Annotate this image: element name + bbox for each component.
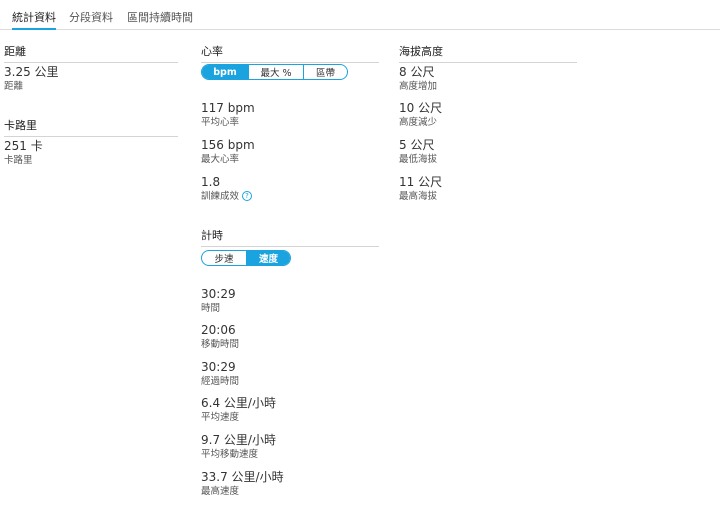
max-elevation-value: 11 公尺 — [399, 175, 443, 189]
avg-moving-speed-label: 平均移動速度 — [201, 449, 259, 460]
elevation-gain-value: 8 公尺 — [399, 65, 435, 79]
max-speed-value: 33.7 公里/小時 — [201, 470, 284, 484]
distance-value: 3.25 公里 — [4, 65, 59, 79]
elapsed-time-value: 30:29 — [201, 360, 236, 374]
calories-stat: 251 卡 卡路里 — [4, 139, 43, 167]
heart-rate-unit-toggle: bpm 最大 % 區帶 — [201, 64, 348, 80]
elapsed-time-stat: 30:29 經過時間 — [201, 360, 239, 388]
elevation-loss-stat: 10 公尺 高度減少 — [399, 101, 442, 129]
max-heart-rate-stat: 156 bpm 最大心率 — [201, 138, 255, 166]
avg-heart-rate-stat: 117 bpm 平均心率 — [201, 101, 255, 129]
max-heart-rate-value: 156 bpm — [201, 138, 255, 152]
max-elevation-stat: 11 公尺 最高海拔 — [399, 175, 442, 203]
avg-moving-speed-value: 9.7 公里/小時 — [201, 433, 276, 447]
calories-value: 251 卡 — [4, 139, 43, 153]
avg-speed-label: 平均速度 — [201, 412, 240, 423]
training-effect-label-row: 訓練成效? — [201, 190, 253, 203]
elevation-gain-label: 高度增加 — [399, 81, 438, 92]
timing-section-title: 計時 — [201, 227, 379, 247]
tab-interval-duration[interactable]: 區間持續時間 — [127, 9, 193, 28]
elevation-loss-value: 10 公尺 — [399, 101, 443, 115]
avg-moving-speed-stat: 9.7 公里/小時 平均移動速度 — [201, 433, 276, 461]
avg-speed-value: 6.4 公里/小時 — [201, 396, 276, 410]
time-stat: 30:29 時間 — [201, 287, 236, 315]
hr-toggle-max-percent[interactable]: 最大 % — [248, 65, 303, 79]
pace-speed-toggle: 步速 速度 — [201, 250, 291, 266]
calories-section-title: 卡路里 — [4, 117, 178, 137]
toggle-speed[interactable]: 速度 — [246, 251, 290, 265]
avg-heart-rate-value: 117 bpm — [201, 101, 255, 115]
elevation-gain-stat: 8 公尺 高度增加 — [399, 65, 437, 93]
max-heart-rate-label: 最大心率 — [201, 154, 240, 165]
tab-statistics[interactable]: 統計資料 — [12, 9, 56, 30]
question-circle-icon[interactable]: ? — [242, 191, 253, 201]
time-label: 時間 — [201, 303, 221, 314]
elevation-section-title: 海拔高度 — [399, 43, 577, 63]
max-speed-label: 最高速度 — [201, 486, 240, 497]
training-effect-value: 1.8 — [201, 175, 221, 189]
training-effect-label: 訓練成效 — [201, 191, 240, 202]
min-elevation-label: 最低海拔 — [399, 154, 438, 165]
moving-time-value: 20:06 — [201, 323, 236, 337]
avg-speed-stat: 6.4 公里/小時 平均速度 — [201, 396, 276, 424]
moving-time-stat: 20:06 移動時間 — [201, 323, 239, 351]
distance-label: 距離 — [4, 81, 24, 92]
training-effect-stat: 1.8 訓練成效? — [201, 175, 253, 203]
moving-time-label: 移動時間 — [201, 339, 240, 350]
calories-label: 卡路里 — [4, 155, 33, 166]
avg-heart-rate-label: 平均心率 — [201, 117, 240, 128]
distance-stat: 3.25 公里 距離 — [4, 65, 59, 93]
distance-section-title: 距離 — [4, 43, 178, 63]
max-elevation-label: 最高海拔 — [399, 191, 438, 202]
toggle-pace[interactable]: 步速 — [202, 251, 246, 265]
min-elevation-value: 5 公尺 — [399, 138, 435, 152]
heart-rate-section-title: 心率 — [201, 43, 379, 63]
tab-laps[interactable]: 分段資料 — [69, 9, 113, 28]
max-speed-stat: 33.7 公里/小時 最高速度 — [201, 470, 284, 498]
hr-toggle-zones[interactable]: 區帶 — [303, 65, 347, 79]
hr-toggle-bpm[interactable]: bpm — [202, 65, 248, 79]
elapsed-time-label: 經過時間 — [201, 376, 240, 387]
min-elevation-stat: 5 公尺 最低海拔 — [399, 138, 437, 166]
time-value: 30:29 — [201, 287, 236, 301]
elevation-loss-label: 高度減少 — [399, 117, 438, 128]
tab-bar: 統計資料 分段資料 區間持續時間 — [0, 0, 720, 30]
